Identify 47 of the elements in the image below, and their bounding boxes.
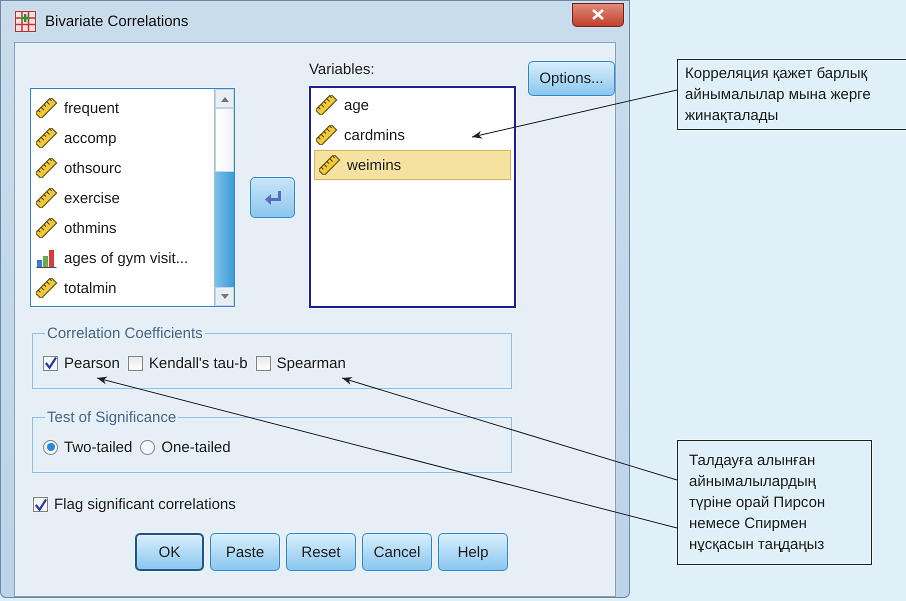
move-button[interactable] <box>250 177 295 218</box>
checkbox[interactable] <box>128 356 143 370</box>
checkmark-icon <box>34 498 47 512</box>
dialog-button[interactable]: OK <box>135 533 204 571</box>
callout-box: Корреляция қажет барлық айнымалылар мына жерге жинақталады <box>677 59 906 130</box>
window-title: Bivariate Correlations <box>45 13 190 30</box>
radio-button[interactable] <box>43 440 58 454</box>
dialog-button[interactable]: Help <box>438 533 508 571</box>
bar-chart-icon <box>36 248 58 268</box>
dialog-button[interactable]: Paste <box>210 533 280 571</box>
up-arrow-icon <box>220 94 230 102</box>
scroll-up-button[interactable] <box>215 89 234 108</box>
dialog-button[interactable]: Reset <box>286 533 356 571</box>
variable-item[interactable]: totalmin <box>31 273 214 303</box>
checkmark-icon <box>44 356 57 370</box>
variable-item[interactable]: exercise <box>31 183 214 213</box>
table-icon <box>15 11 36 32</box>
radio-button[interactable] <box>140 440 156 454</box>
close-button[interactable] <box>572 2 624 26</box>
checkbox-label: Flag significant correlations <box>54 496 236 513</box>
radio-label: One-tailed <box>161 438 231 456</box>
variable-item[interactable]: age <box>311 90 514 120</box>
down-arrow-icon <box>220 292 230 300</box>
variable-item[interactable]: weimins <box>314 150 511 180</box>
variable-item[interactable]: ages of gym visit... <box>31 243 214 273</box>
variables-label: Variables: <box>309 61 376 80</box>
variable-item[interactable]: othsourc <box>31 153 214 183</box>
group-title: Test of Significance <box>46 409 178 426</box>
checkbox[interactable] <box>256 356 271 370</box>
group-title: Correlation Coefficients <box>46 325 204 342</box>
checkbox-label: Pearson <box>64 354 120 372</box>
callout-box: Талдауға алынған айнымалылардың түріне орай Пирсон немесе Спирмен нұсқасын таңдаңыз <box>677 440 872 565</box>
checkbox-label: Spearman <box>276 354 346 372</box>
scroll-thumb[interactable] <box>215 108 234 172</box>
variable-item[interactable]: othmins <box>31 213 214 243</box>
options-button[interactable]: Options... <box>528 61 615 96</box>
radio-label: Two-tailed <box>64 438 132 456</box>
scroll-down-button[interactable] <box>215 287 234 306</box>
scrollbar[interactable] <box>214 89 234 306</box>
checkbox[interactable] <box>33 497 48 512</box>
variable-item[interactable]: cardmins <box>311 120 514 150</box>
variable-item[interactable]: frequent <box>31 93 214 123</box>
variable-item[interactable]: accomp <box>31 123 214 153</box>
checkbox[interactable] <box>43 356 58 370</box>
checkbox-label: Kendall's tau-b <box>148 354 248 372</box>
dialog-button[interactable]: Cancel <box>362 533 432 571</box>
close-icon <box>591 8 605 21</box>
